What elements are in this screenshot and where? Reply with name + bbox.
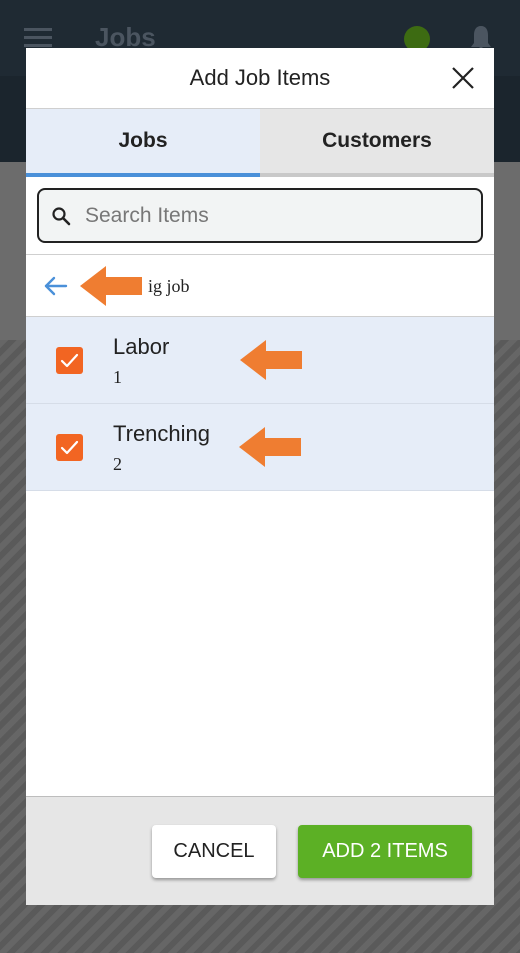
annotation-arrow-icon	[240, 340, 302, 380]
search-input[interactable]	[85, 203, 445, 228]
item-name: Trenching	[113, 421, 211, 446]
close-icon[interactable]	[450, 65, 476, 91]
checkmark-icon	[60, 440, 79, 455]
menu-icon	[24, 28, 52, 48]
item-number: 2	[113, 454, 122, 474]
annotation-arrow-icon	[239, 427, 301, 467]
search-icon	[52, 206, 71, 225]
breadcrumb-label: ig job	[148, 276, 190, 296]
breadcrumb: ig job	[26, 255, 494, 317]
tab-bar: Jobs Customers	[26, 109, 494, 177]
item-number: 1	[113, 367, 122, 387]
tab-customers[interactable]: Customers	[260, 109, 494, 177]
search-box	[37, 188, 483, 243]
checkmark-icon	[60, 353, 79, 368]
modal-footer: CANCEL ADD 2 ITEMS	[26, 796, 494, 905]
item-name: Labor	[113, 334, 170, 359]
items-list: Labor 1 Trenching 2	[26, 317, 494, 491]
add-job-items-modal: Add Job Items Jobs Customers ig job	[26, 48, 494, 905]
back-arrow-icon[interactable]	[42, 273, 70, 299]
tab-jobs[interactable]: Jobs	[26, 109, 260, 177]
item-checkbox[interactable]	[56, 347, 83, 374]
search-section	[26, 177, 494, 255]
list-item[interactable]: Trenching 2	[26, 404, 494, 491]
list-item[interactable]: Labor 1	[26, 317, 494, 404]
annotation-arrow-icon	[80, 266, 142, 306]
cancel-button[interactable]: CANCEL	[152, 825, 276, 878]
modal-header: Add Job Items	[26, 48, 494, 109]
item-checkbox[interactable]	[56, 434, 83, 461]
add-items-button[interactable]: ADD 2 ITEMS	[298, 825, 472, 878]
modal-title: Add Job Items	[189, 65, 331, 90]
